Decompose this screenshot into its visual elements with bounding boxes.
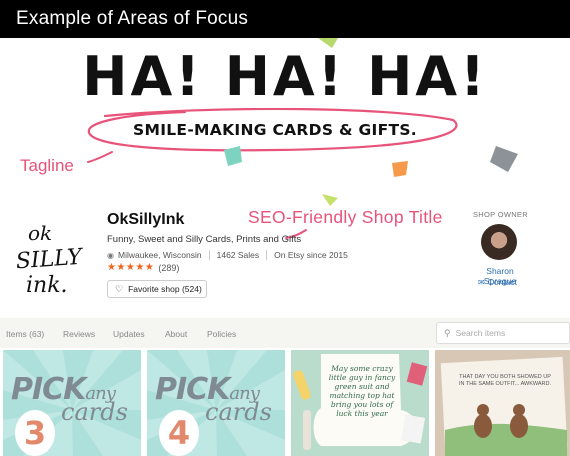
tab-items[interactable]: Items (63): [6, 329, 44, 339]
favorite-shop-button[interactable]: ♡ Favorite shop (524): [107, 280, 207, 298]
listing-card[interactable]: May some crazy little guy in fancy green…: [291, 350, 429, 456]
shop-rating[interactable]: ★★★★★ (289): [107, 262, 179, 273]
annotation-tagline-arrow: [87, 151, 113, 163]
heart-icon: ♡: [115, 283, 124, 294]
logo-line-2: SILLY: [15, 245, 85, 275]
shop-location[interactable]: Milwaukee, Wisconsin: [118, 250, 202, 260]
header-title: Example of Areas of Focus: [16, 8, 249, 29]
listing-card-text: THAT DAY YOU BOTH SHOWED UP IN THE SAME …: [458, 374, 552, 387]
logo-line-1: ok: [28, 221, 52, 245]
header-bar: Example of Areas of Focus: [0, 0, 570, 38]
confetti-teal: [224, 146, 242, 166]
confetti-lime: [322, 194, 338, 206]
review-count: (289): [158, 262, 180, 273]
shop-sales[interactable]: 1462 Sales: [217, 250, 260, 260]
owner-avatar[interactable]: [481, 224, 517, 260]
annotation-tagline: Tagline: [20, 156, 74, 175]
listing-card[interactable]: PICKany 3 cards: [3, 350, 141, 456]
search-items-input[interactable]: ⚲ Search items: [436, 322, 570, 344]
banner-tagline: SMILE-MAKING CARDS & GIFTS.: [133, 121, 417, 139]
tab-about[interactable]: About: [165, 329, 187, 339]
confetti-orange: [392, 161, 408, 177]
listing-card[interactable]: THAT DAY YOU BOTH SHOWED UP IN THE SAME …: [435, 350, 570, 456]
confetti-gray: [490, 146, 518, 172]
shop-logo: ok SILLY ink.: [15, 221, 85, 298]
banner-headline: HA! HA! HA!: [82, 45, 488, 108]
tab-policies[interactable]: Policies: [207, 329, 236, 339]
shop-owner-label: SHOP OWNER: [473, 210, 528, 219]
rating-stars-icon: ★★★★★: [107, 262, 155, 273]
listing-cards-text: cards: [61, 398, 128, 426]
listing-card-art: [440, 356, 568, 456]
divider: [208, 250, 210, 260]
logo-line-3: ink.: [26, 273, 68, 298]
contact-link[interactable]: ✉ Contact: [478, 277, 517, 287]
confetti-green: [318, 38, 338, 48]
listing-card-text: May some crazy little guy in fancy green…: [328, 364, 396, 418]
mail-icon: ✉: [478, 277, 485, 287]
listing-card[interactable]: PICKany 4 cards: [147, 350, 285, 456]
location-pin-icon: ◉: [107, 250, 114, 260]
shop-title: OkSillyInk: [107, 211, 185, 228]
divider: [266, 250, 268, 260]
shop-since: On Etsy since 2015: [274, 250, 348, 260]
tab-updates[interactable]: Updates: [113, 329, 145, 339]
shop-banner: HA! HA! HA! SMILE-MAKING CARDS & GIFTS.: [0, 38, 570, 206]
contact-label: Contact: [487, 277, 517, 287]
tab-reviews[interactable]: Reviews: [63, 329, 95, 339]
listing-number: 3: [15, 410, 55, 456]
shop-description: Funny, Sweet and Silly Cards, Prints and…: [107, 234, 302, 245]
listing-number: 4: [159, 410, 199, 456]
favorite-shop-label: Favorite shop (524): [128, 284, 202, 294]
listing-cards-text: cards: [205, 398, 272, 426]
shop-meta: ◉ Milwaukee, Wisconsin 1462 Sales On Ets…: [107, 250, 348, 260]
search-placeholder: Search items: [455, 328, 506, 338]
search-icon: ⚲: [444, 327, 451, 338]
annotation-seo-title: SEO-Friendly Shop Title: [248, 207, 443, 227]
